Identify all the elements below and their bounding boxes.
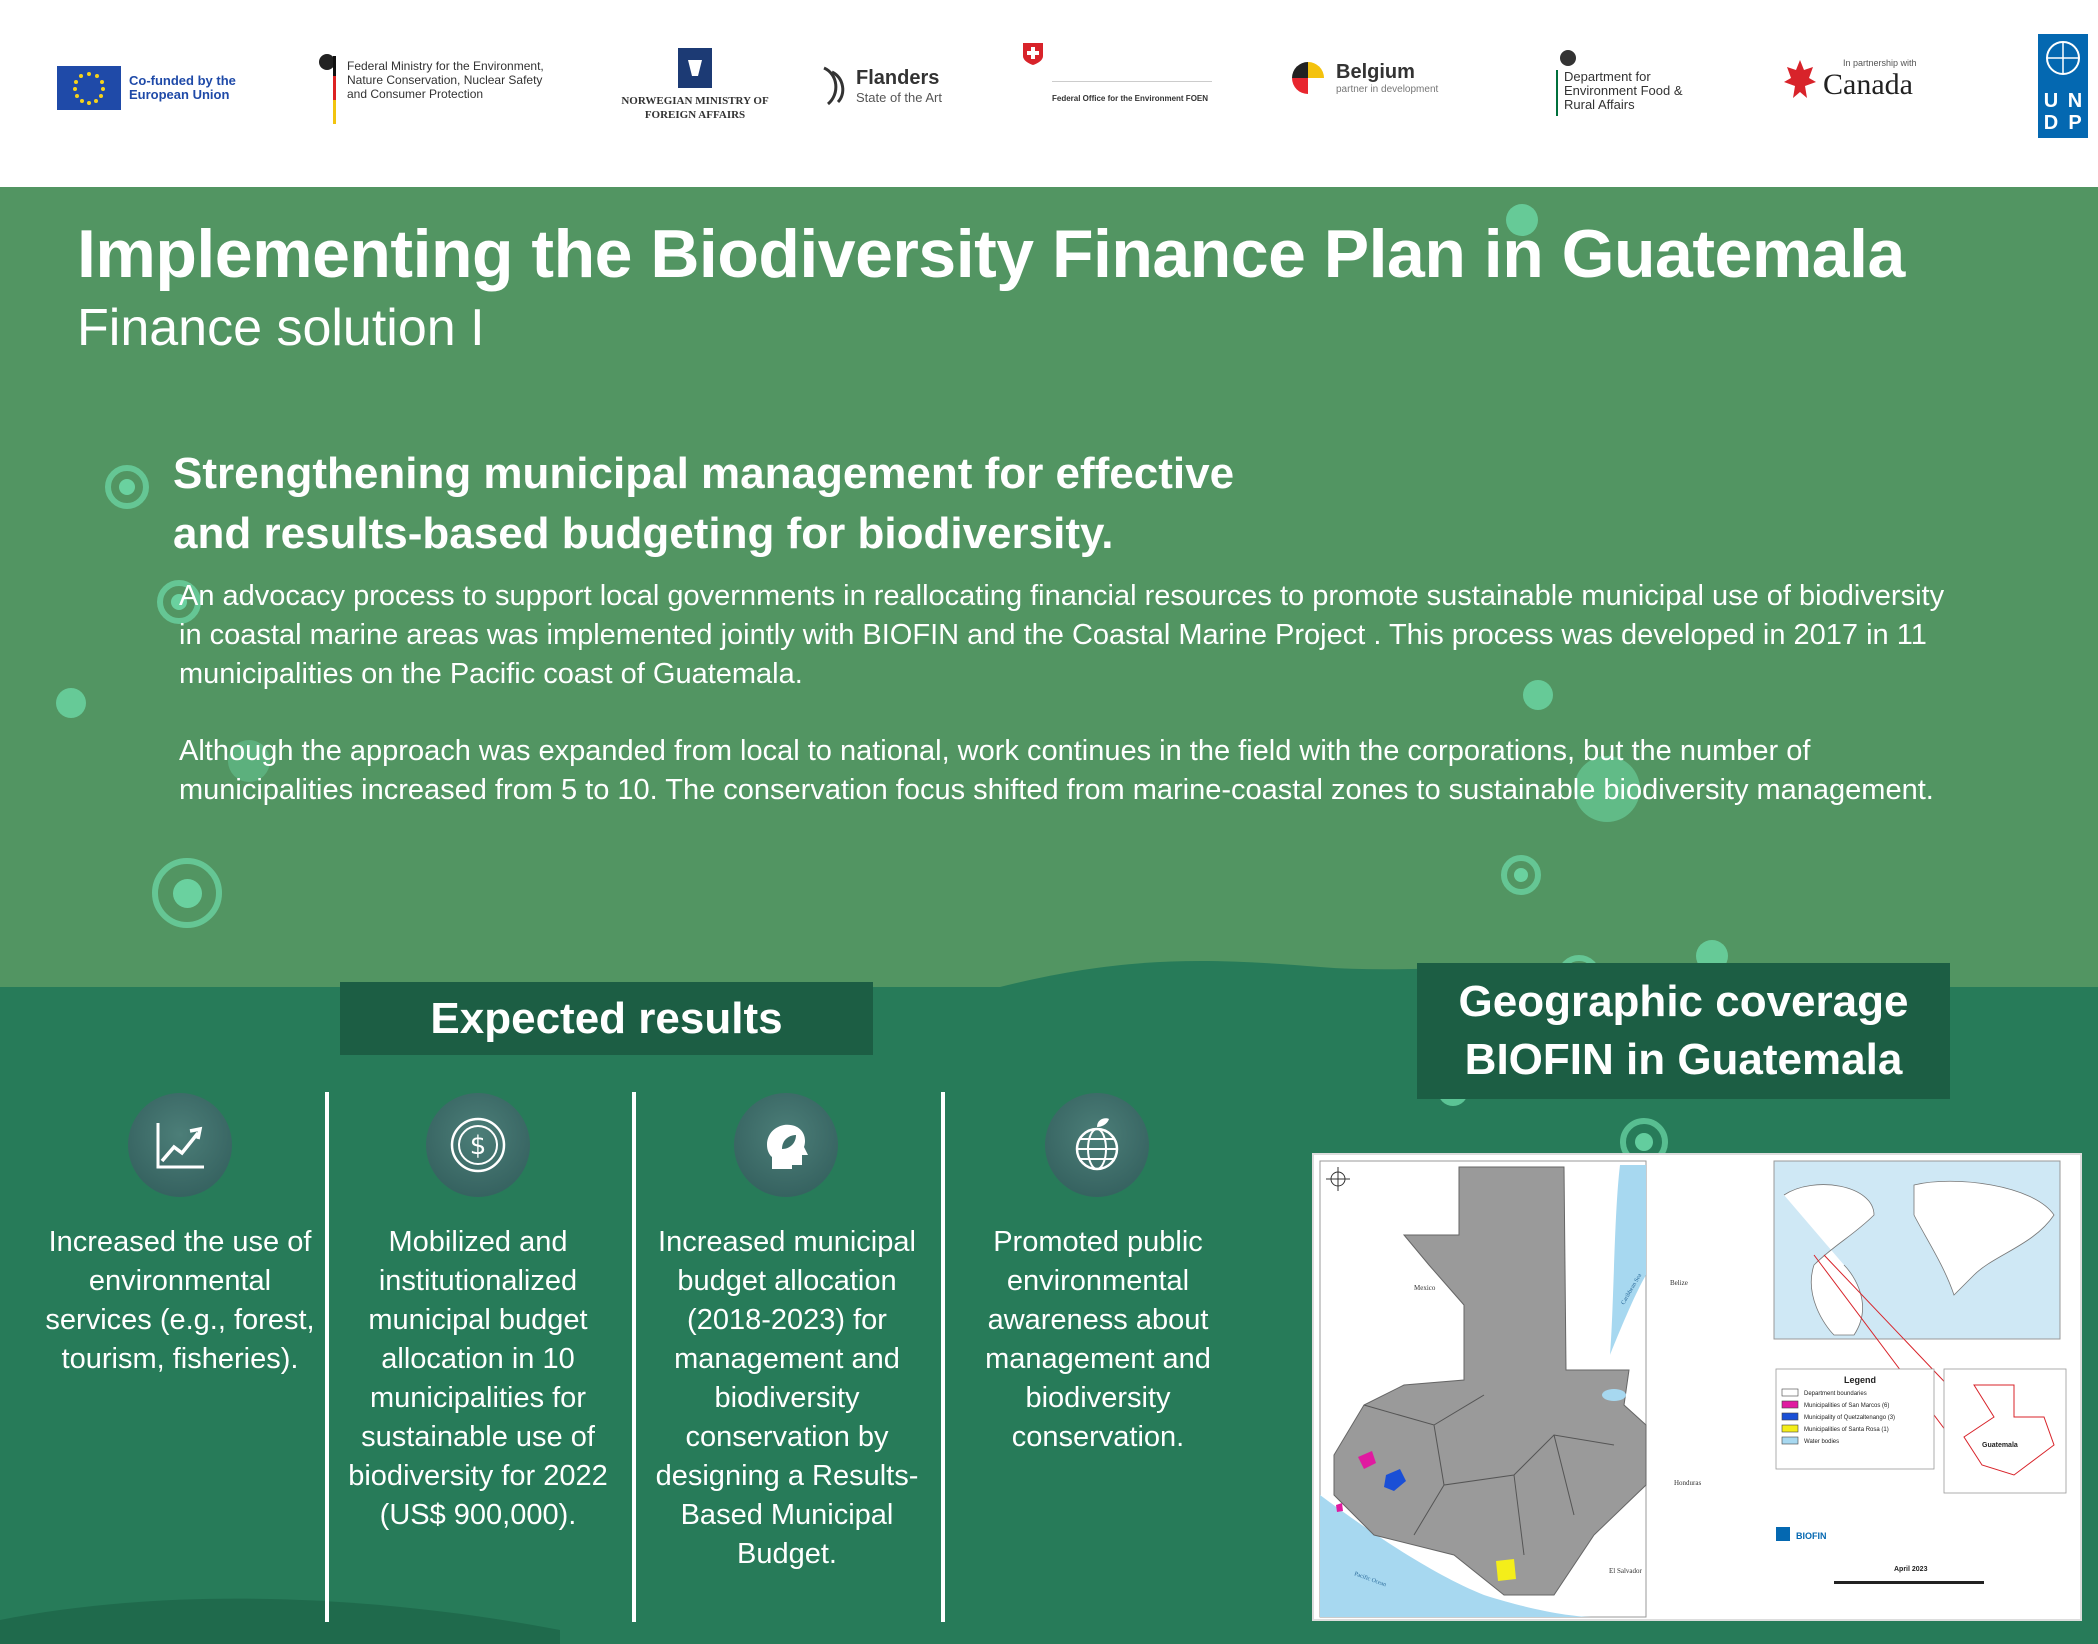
uk-defra-logo: Department for Environment Food & Rural … [1556, 48, 1694, 116]
undp-letter-u: U [2043, 90, 2059, 112]
globe-leaf-icon [1045, 1093, 1149, 1197]
legend-swatch [1781, 1400, 1799, 1409]
flanders-logo-name: Flanders [856, 67, 940, 89]
result-item-text: Increased municipal budget allocation (2… [655, 1226, 919, 1570]
decor-bubble [152, 858, 222, 928]
page-title: Implementing the Biodiversity Finance Pl… [77, 216, 1905, 292]
page-subtitle: Finance solution I [77, 299, 485, 357]
decor-bubble [105, 465, 149, 509]
uk-defra-logo-text: Department for Environment Food & Rural … [1564, 69, 1683, 112]
intro-paragraph-2: Although the approach was expanded from … [179, 735, 1934, 806]
geo-title-line-2: BIOFIN in Guatemala [1464, 1035, 1903, 1084]
map-biofin-label: BIOFIN [1796, 1531, 1827, 1541]
norway-logo-text: NORWEGIAN MINISTRY OF FOREIGN AFFAIRS [621, 95, 769, 121]
dollar-coin-icon: $ [426, 1093, 530, 1197]
lower-decor-wave [0, 1598, 560, 1644]
canada-logo: In partnership with Canada [1783, 58, 1917, 102]
partner-logo-strip: Co-funded by the European Union Federal … [0, 0, 2098, 187]
legend-swatch [1781, 1388, 1799, 1397]
geo-title-line-1: Geographic coverage [1458, 977, 1909, 1026]
germany-logo-text: Federal Ministry for the Environment, Na… [347, 58, 544, 101]
section-heading-line-2: and results-based budgeting for biodiver… [173, 509, 1114, 558]
undp-letter-n: N [2067, 90, 2083, 112]
belgium-logo-tagline: partner in development [1336, 84, 1439, 95]
column-divider [941, 1092, 945, 1622]
map-label-mexico: Mexico [1414, 1284, 1436, 1292]
swiss-logo-text: Federal Office for the Environment FOEN [1052, 94, 1209, 103]
norway-logo: NORWEGIAN MINISTRY OF FOREIGN AFFAIRS [620, 48, 770, 122]
section-heading-line-1: Strengthening municipal management for e… [173, 449, 1235, 498]
expected-results-title: Expected results [430, 993, 783, 1043]
germany-logo: Federal Ministry for the Environment, Na… [315, 52, 557, 127]
section-heading: Strengthening municipal management for e… [173, 444, 1473, 564]
legend-label: Municipalities of Santa Rosa (1) [1804, 1427, 1889, 1433]
canada-logo-name: Canada [1823, 68, 1913, 101]
undp-letter-d: D [2043, 112, 2059, 134]
column-divider [325, 1092, 329, 1622]
result-item-text: Mobilized and institutionalized municipa… [348, 1226, 608, 1531]
canada-logo-tagline: In partnership with [1843, 58, 1917, 68]
eu-logo: Co-funded by the European Union [57, 66, 269, 110]
belgium-logo: Belgium partner in development [1288, 58, 1438, 98]
eu-logo-text: Co-funded by the European Union [129, 73, 236, 102]
flanders-logo-tagline: State of the Art [856, 90, 942, 105]
belgium-logo-name: Belgium [1336, 61, 1415, 83]
legend-label: Municipality of Quetzaltenango (3) [1804, 1415, 1895, 1421]
svg-text:$: $ [470, 1131, 487, 1161]
decor-bubble [1501, 855, 1541, 895]
legend-swatch [1781, 1436, 1799, 1445]
intro-paragraph-1: An advocacy process to support local gov… [179, 580, 1945, 690]
map-date: April 2023 [1894, 1566, 1928, 1573]
map-label-el-salvador: El Salvador [1609, 1567, 1643, 1575]
result-item-text: Increased the use of environmental servi… [45, 1226, 315, 1375]
map-label-belize: Belize [1670, 1279, 1688, 1287]
guatemala-coverage-map: Mexico Belize Honduras El Salvador Pacif… [1312, 1153, 2082, 1621]
map-label-honduras: Honduras [1674, 1479, 1701, 1487]
result-item-text: Promoted public environmental awareness … [985, 1226, 1211, 1453]
undp-letter-p: P [2068, 112, 2082, 134]
expected-results-banner: Expected results [340, 982, 873, 1055]
head-leaf-icon [734, 1093, 838, 1197]
decor-bubble [56, 688, 86, 718]
legend-swatch [1781, 1412, 1799, 1421]
legend-label: Municipalities of San Marcos (6) [1804, 1403, 1889, 1409]
legend-swatch [1781, 1424, 1799, 1433]
undp-logo: U N D P [2038, 34, 2088, 138]
map-inset-label: Guatemala [1982, 1442, 2018, 1449]
geographic-coverage-banner: Geographic coverage BIOFIN in Guatemala [1417, 963, 1950, 1099]
flanders-logo: Flanders State of the Art [818, 64, 942, 108]
column-divider [632, 1092, 636, 1622]
swiss-logo: Federal Office for the Environment FOEN [1022, 42, 1212, 103]
legend-label: Water bodies [1804, 1439, 1839, 1445]
trend-up-icon [128, 1093, 232, 1197]
map-legend-title: Legend [1844, 1375, 1876, 1385]
legend-label: Department boundaries [1804, 1391, 1867, 1397]
